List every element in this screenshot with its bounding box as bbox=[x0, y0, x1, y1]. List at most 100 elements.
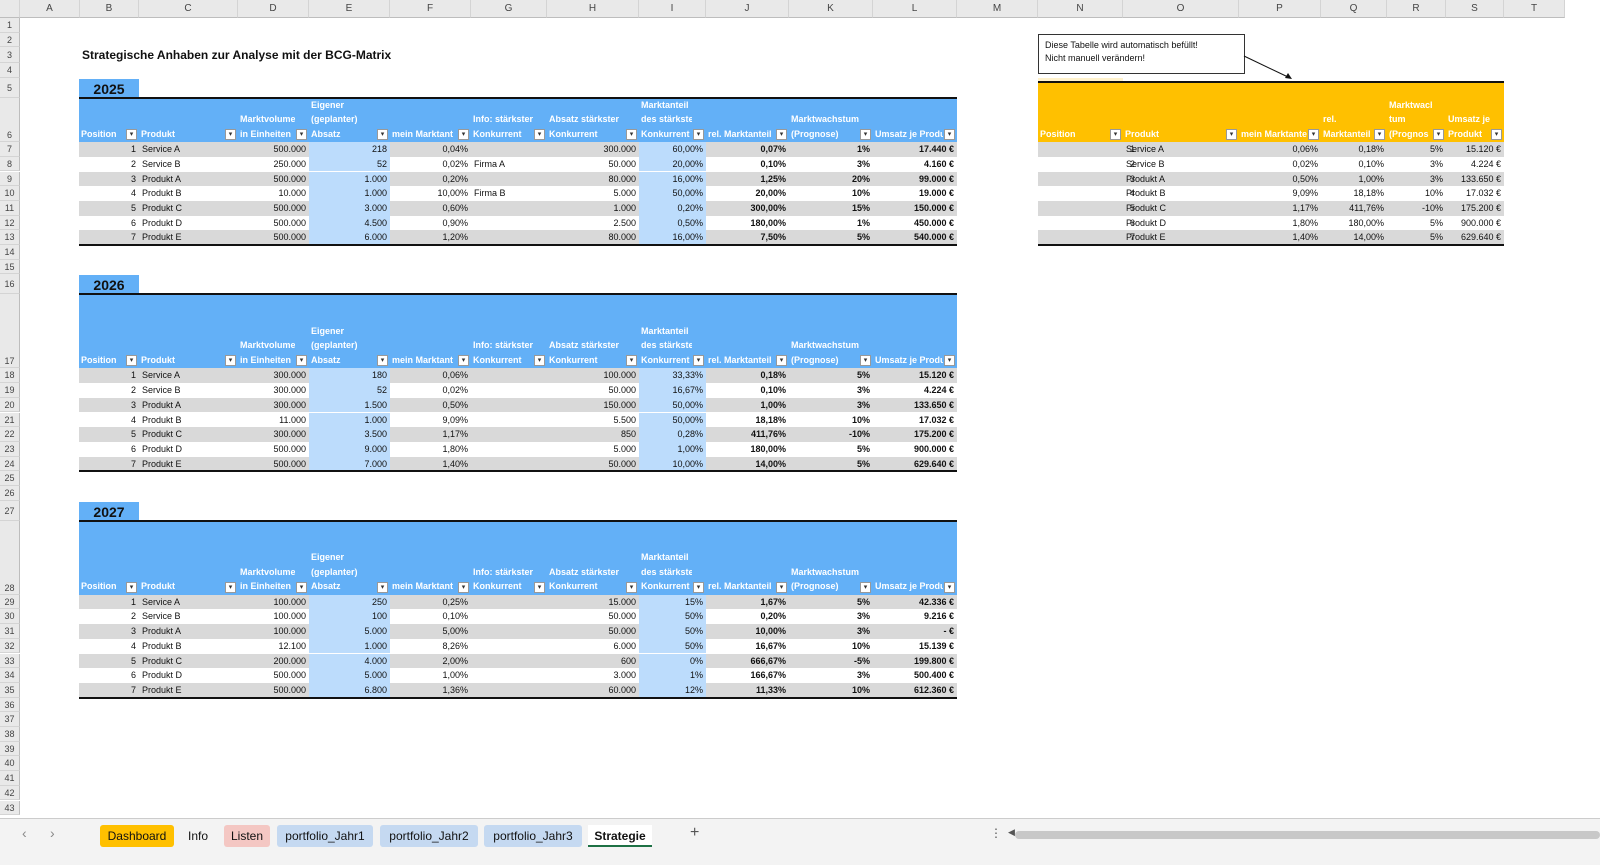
table-cell[interactable]: 1,80% bbox=[390, 442, 471, 457]
table-cell[interactable]: 0% bbox=[639, 654, 706, 669]
row-header-8[interactable]: 8 bbox=[0, 156, 20, 172]
table-cell[interactable]: 11.000 bbox=[238, 413, 309, 428]
column-header-P[interactable]: P bbox=[1239, 0, 1321, 18]
table-cell[interactable]: 15.139 € bbox=[873, 639, 957, 654]
table-cell[interactable]: 18,18% bbox=[1321, 186, 1387, 201]
table-cell[interactable]: 15.000 bbox=[547, 595, 639, 610]
table-cell[interactable]: 9,09% bbox=[1239, 186, 1321, 201]
table-cell[interactable]: Firma A bbox=[471, 157, 547, 172]
table-cell[interactable]: 3% bbox=[1387, 172, 1446, 187]
table-cell[interactable]: 17.440 € bbox=[873, 142, 957, 157]
table-cell[interactable]: 11,33% bbox=[706, 683, 789, 698]
filter-dropdown-icon[interactable]: ▾ bbox=[225, 129, 236, 141]
table-cell[interactable]: 16,67% bbox=[706, 639, 789, 654]
row-header-16[interactable]: 16 bbox=[0, 274, 20, 295]
table-cell[interactable] bbox=[471, 609, 547, 624]
table-cell[interactable]: 180,00% bbox=[706, 442, 789, 457]
table-cell[interactable]: 5% bbox=[789, 595, 873, 610]
table-cell[interactable]: 9.000 bbox=[309, 442, 390, 457]
table-cell[interactable] bbox=[471, 442, 547, 457]
filter-dropdown-icon[interactable]: ▾ bbox=[126, 581, 137, 593]
filter-dropdown-icon[interactable]: ▾ bbox=[534, 129, 545, 141]
table-cell[interactable]: 0,04% bbox=[390, 142, 471, 157]
table-cell[interactable]: 10% bbox=[1387, 186, 1446, 201]
row-header-2[interactable]: 2 bbox=[0, 32, 20, 48]
table-cell[interactable]: Produkt A bbox=[139, 398, 238, 413]
row-header-19[interactable]: 19 bbox=[0, 383, 20, 398]
table-cell[interactable]: 150.000 bbox=[547, 398, 639, 413]
table-cell[interactable] bbox=[471, 368, 547, 383]
filter-dropdown-icon[interactable]: ▾ bbox=[534, 581, 545, 593]
table-cell[interactable]: 50.000 bbox=[547, 624, 639, 639]
filter-dropdown-icon[interactable]: ▾ bbox=[860, 129, 871, 141]
sheet-tab-portfolio_jahr1[interactable]: portfolio_Jahr1 bbox=[277, 825, 373, 847]
filter-dropdown-icon[interactable]: ▾ bbox=[626, 581, 637, 593]
table-cell[interactable]: Produkt B bbox=[139, 639, 238, 654]
row-header-6[interactable]: 6 bbox=[0, 98, 20, 143]
table-cell[interactable]: 175.200 € bbox=[873, 427, 957, 442]
row-header-42[interactable]: 42 bbox=[0, 785, 20, 801]
table-cell[interactable]: 5.000 bbox=[547, 442, 639, 457]
table-cell[interactable]: 0,28% bbox=[639, 427, 706, 442]
row-header-20[interactable]: 20 bbox=[0, 397, 20, 413]
table-cell[interactable] bbox=[471, 201, 547, 216]
table-cell[interactable]: 1.000 bbox=[309, 172, 390, 187]
table-cell[interactable]: Produkt E bbox=[139, 457, 238, 472]
table-cell[interactable]: 5% bbox=[1387, 216, 1446, 231]
column-header-T[interactable]: T bbox=[1504, 0, 1565, 18]
row-header-22[interactable]: 22 bbox=[0, 427, 20, 442]
table-cell[interactable]: 5% bbox=[789, 457, 873, 472]
table-cell[interactable]: 0,06% bbox=[390, 368, 471, 383]
row-header-36[interactable]: 36 bbox=[0, 697, 20, 713]
column-header-J[interactable]: J bbox=[706, 0, 789, 18]
table-cell[interactable]: 4 bbox=[79, 186, 139, 201]
filter-dropdown-icon[interactable]: ▾ bbox=[458, 355, 469, 367]
filter-dropdown-icon[interactable]: ▾ bbox=[776, 355, 787, 367]
sheet-tab-portfolio_jahr3[interactable]: portfolio_Jahr3 bbox=[484, 825, 582, 847]
table-cell[interactable]: 10% bbox=[789, 683, 873, 698]
table-cell[interactable]: 3% bbox=[789, 609, 873, 624]
table-cell[interactable]: 199.800 € bbox=[873, 654, 957, 669]
table-cell[interactable]: 4.000 bbox=[309, 654, 390, 669]
table-cell[interactable]: 3% bbox=[789, 157, 873, 172]
filter-dropdown-icon[interactable]: ▾ bbox=[1491, 129, 1502, 141]
row-header-15[interactable]: 15 bbox=[0, 259, 20, 275]
column-header-D[interactable]: D bbox=[238, 0, 309, 18]
sheet-tab-info[interactable]: Info bbox=[180, 825, 216, 847]
table-cell[interactable]: -10% bbox=[1387, 201, 1446, 216]
table-cell[interactable]: 5.000 bbox=[309, 624, 390, 639]
table-cell[interactable]: 4.224 € bbox=[1446, 157, 1504, 172]
table-cell[interactable]: Service B bbox=[139, 609, 238, 624]
filter-dropdown-icon[interactable]: ▾ bbox=[944, 129, 955, 141]
table-cell[interactable]: 0,50% bbox=[390, 398, 471, 413]
table-cell[interactable]: 50% bbox=[639, 609, 706, 624]
table-cell[interactable]: 500.000 bbox=[238, 668, 309, 683]
column-header-A[interactable]: A bbox=[20, 0, 80, 18]
table-cell[interactable]: Produkt C bbox=[139, 201, 238, 216]
column-header-E[interactable]: E bbox=[309, 0, 390, 18]
table-cell[interactable]: 100.000 bbox=[238, 609, 309, 624]
table-cell[interactable]: 0,20% bbox=[706, 609, 789, 624]
sheet-tab-strategie[interactable]: Strategie bbox=[588, 825, 652, 847]
table-cell[interactable]: Produkt A bbox=[139, 172, 238, 187]
table-cell[interactable]: 0,02% bbox=[390, 157, 471, 172]
row-header-25[interactable]: 25 bbox=[0, 471, 20, 486]
table-cell[interactable]: 218 bbox=[309, 142, 390, 157]
filter-dropdown-icon[interactable]: ▾ bbox=[776, 129, 787, 141]
table-cell[interactable]: 1.500 bbox=[309, 398, 390, 413]
table-cell[interactable]: 500.000 bbox=[238, 142, 309, 157]
table-cell[interactable]: 5% bbox=[1387, 230, 1446, 245]
table-cell[interactable]: 3% bbox=[789, 624, 873, 639]
table-cell[interactable]: 5,00% bbox=[390, 624, 471, 639]
table-cell[interactable]: 500.000 bbox=[238, 172, 309, 187]
table-cell[interactable]: Produkt D bbox=[139, 668, 238, 683]
table-cell[interactable]: Produkt E bbox=[1123, 230, 1239, 245]
table-cell[interactable]: 0,20% bbox=[390, 172, 471, 187]
row-header-4[interactable]: 4 bbox=[0, 63, 20, 79]
table-cell[interactable]: 2 bbox=[79, 383, 139, 398]
filter-dropdown-icon[interactable]: ▾ bbox=[776, 581, 787, 593]
table-cell[interactable]: 20% bbox=[789, 172, 873, 187]
table-cell[interactable]: 411,76% bbox=[1321, 201, 1387, 216]
table-cell[interactable]: Produkt E bbox=[139, 683, 238, 698]
table-cell[interactable] bbox=[471, 142, 547, 157]
